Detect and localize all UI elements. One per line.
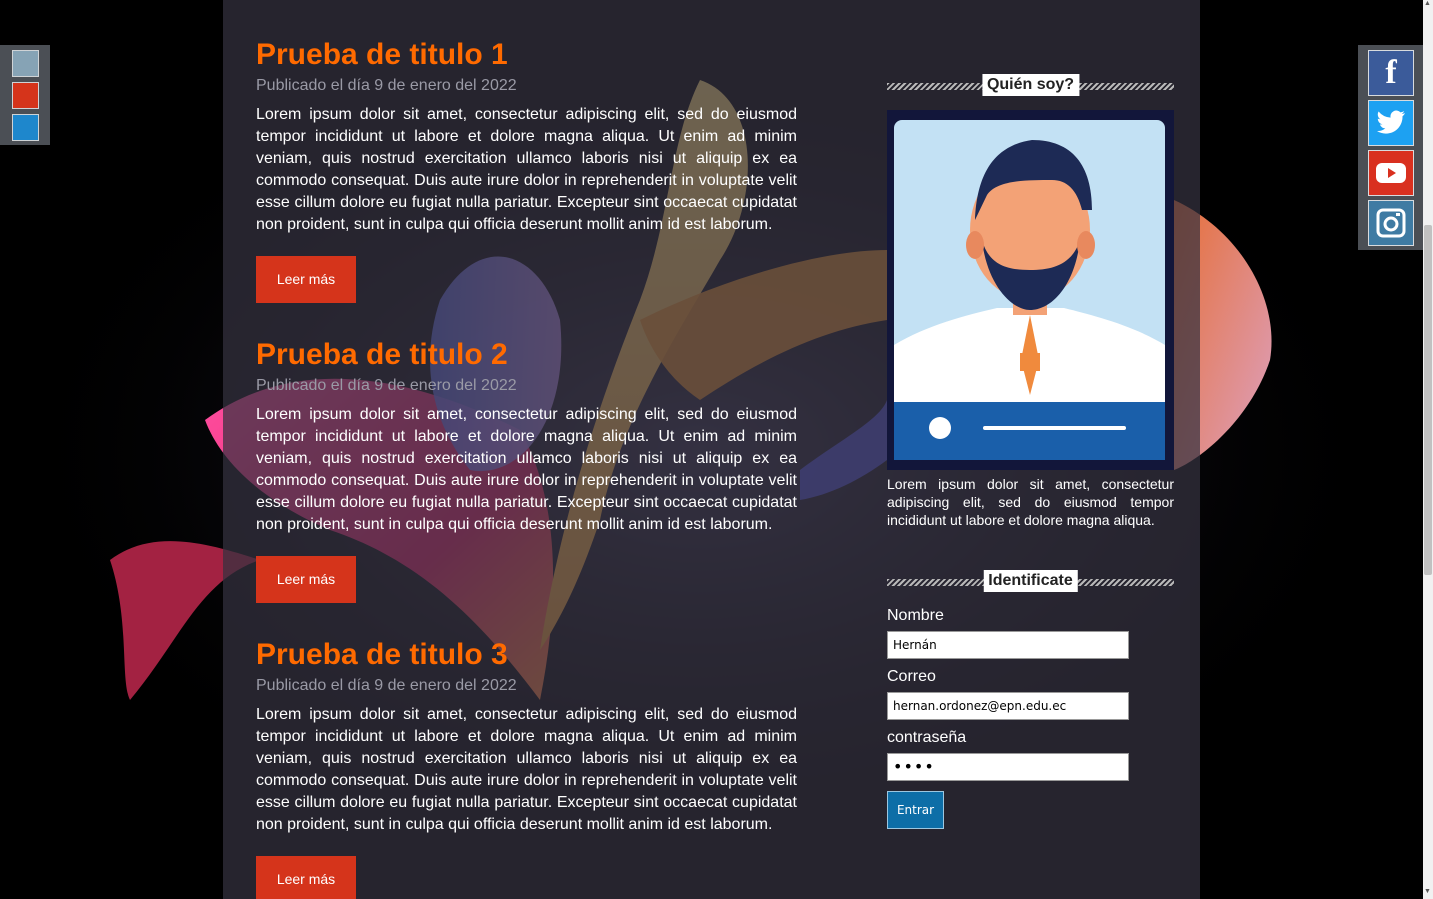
about-widget-heading: Quién soy? (887, 74, 1174, 98)
youtube-icon (1376, 163, 1406, 183)
login-heading: Identificate (983, 570, 1078, 592)
post-body: Lorem ipsum dolor sit amet, consectetur … (256, 706, 797, 833)
theme-swatch-gray[interactable] (12, 50, 39, 77)
post-date: Publicado el día 9 de enero del 2022 (256, 377, 517, 394)
instagram-icon (1376, 208, 1406, 238)
scroll-down-icon[interactable]: ▼ (1424, 888, 1431, 895)
avatar (887, 110, 1174, 470)
password-field[interactable]: •••• (887, 753, 1129, 781)
facebook-link[interactable]: f (1368, 50, 1414, 96)
email-label: Correo (887, 668, 936, 685)
post-body: Lorem ipsum dolor sit amet, consectetur … (256, 106, 797, 233)
password-label: contraseña (887, 729, 967, 746)
theme-swatch-blue[interactable] (12, 114, 39, 141)
scroll-up-icon[interactable]: ▲ (1424, 0, 1431, 7)
post-date: Publicado el día 9 de enero del 2022 (256, 77, 517, 94)
page-scrollbar[interactable]: ▲ ▼ (1423, 0, 1433, 899)
post-title[interactable]: Prueba de titulo 2 (256, 338, 797, 372)
twitter-icon (1377, 110, 1405, 134)
read-more-button[interactable]: Leer más (256, 856, 356, 899)
email-field[interactable]: hernan.ordonez@epn.edu.ec (887, 692, 1129, 720)
read-more-button[interactable]: Leer más (256, 256, 356, 303)
post: Prueba de titulo 2 Publicado el día 9 de… (256, 338, 797, 603)
theme-swatch-red[interactable] (12, 82, 39, 109)
about-heading: Quién soy? (981, 74, 1080, 96)
youtube-link[interactable] (1368, 150, 1414, 196)
post-title[interactable]: Prueba de titulo 1 (256, 38, 797, 72)
name-field[interactable]: Hernán (887, 631, 1129, 659)
facebook-icon: f (1385, 54, 1397, 91)
about-text: Lorem ipsum dolor sit amet, consectetur … (887, 476, 1174, 528)
post: Prueba de titulo 1 Publicado el día 9 de… (256, 38, 797, 303)
login-widget-heading: Identificate (887, 570, 1174, 594)
social-bar: f (1358, 45, 1423, 250)
read-more-button[interactable]: Leer más (256, 556, 356, 603)
post: Prueba de titulo 3 Publicado el día 9 de… (256, 638, 797, 899)
scroll-thumb[interactable] (1424, 225, 1432, 575)
theme-switcher (0, 45, 50, 145)
post-body: Lorem ipsum dolor sit amet, consectetur … (256, 406, 797, 533)
profile-card-icon (894, 120, 1165, 460)
submit-button[interactable]: Entrar (887, 791, 944, 829)
twitter-link[interactable] (1368, 100, 1414, 146)
post-title[interactable]: Prueba de titulo 3 (256, 638, 797, 672)
name-label: Nombre (887, 607, 944, 624)
post-date: Publicado el día 9 de enero del 2022 (256, 677, 517, 694)
instagram-link[interactable] (1368, 200, 1414, 246)
